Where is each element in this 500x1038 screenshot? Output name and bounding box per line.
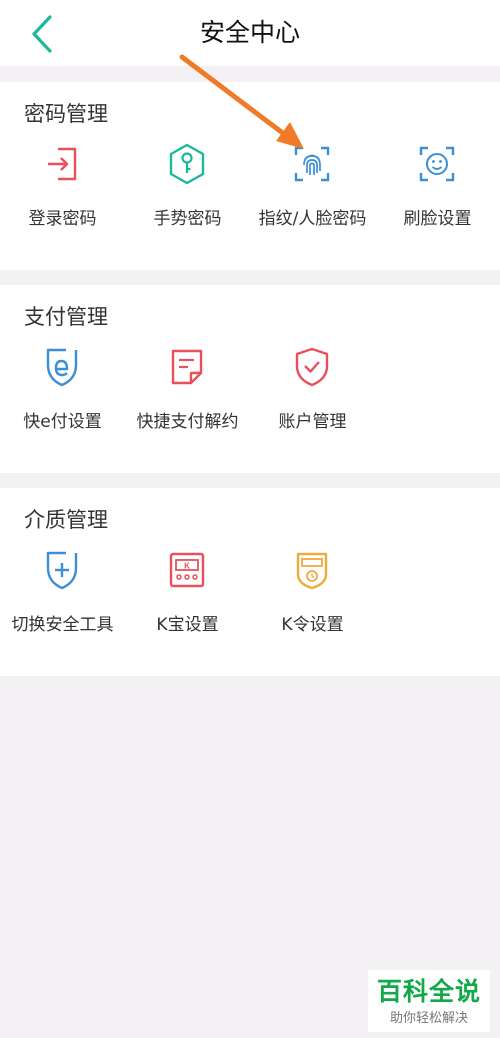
item-face-settings[interactable]: 刷脸设置	[375, 142, 500, 242]
item-k-token-settings[interactable]: K K宝设置	[125, 548, 250, 648]
item-label: 账户管理	[278, 412, 347, 432]
item-fingerprint-password[interactable]: 指纹/人脸密码	[250, 142, 375, 242]
section-title: 介质管理	[24, 508, 108, 532]
header-bar: 安全中心	[0, 0, 500, 66]
login-icon	[48, 147, 77, 181]
item-label: 登录密码	[28, 209, 97, 229]
fingerprint-icon	[294, 146, 330, 182]
item-label: 指纹/人脸密码	[258, 209, 367, 229]
face-scan-icon	[419, 146, 455, 182]
section-media: 介质管理 切换安全工具 K K宝设置 K令设置	[0, 488, 500, 676]
section-title: 密码管理	[24, 102, 108, 126]
k-token-icon: K	[169, 552, 205, 588]
item-label: 手势密码	[153, 209, 222, 229]
item-label: 快捷支付解约	[136, 412, 239, 432]
section-title: 支付管理	[24, 305, 108, 329]
back-button[interactable]	[22, 12, 62, 56]
chevron-left-icon	[32, 15, 52, 53]
watermark: 百科全说 助你轻松解决	[368, 970, 490, 1032]
document-icon	[171, 349, 203, 385]
item-label: 快e付设置	[23, 412, 102, 432]
item-quick-pay-cancel[interactable]: 快捷支付解约	[125, 345, 250, 445]
section-payment: 支付管理 快e付设置 快捷支付解约 账户管理	[0, 285, 500, 473]
e-pay-shield-icon	[46, 348, 78, 387]
k-code-icon	[296, 552, 328, 590]
svg-text:K: K	[184, 562, 190, 571]
item-account-management[interactable]: 账户管理	[250, 345, 375, 445]
page-title: 安全中心	[199, 18, 300, 47]
item-label: 切换安全工具	[11, 615, 114, 635]
watermark-slogan: 助你轻松解决	[389, 1011, 468, 1026]
watermark-brand: 百科全说	[376, 977, 481, 1006]
section-password: 密码管理 登录密码 手势密码 指纹/人脸密码 刷脸设置	[0, 82, 500, 270]
item-gesture-password[interactable]: 手势密码	[125, 142, 250, 242]
item-label: K令设置	[281, 615, 344, 635]
item-e-pay-settings[interactable]: 快e付设置	[0, 345, 125, 445]
item-switch-security-tool[interactable]: 切换安全工具	[0, 548, 125, 648]
item-k-code-settings[interactable]: K令设置	[250, 548, 375, 648]
item-label: K宝设置	[156, 615, 219, 635]
shield-plus-icon	[46, 551, 78, 590]
gesture-key-icon	[169, 143, 205, 185]
shield-check-icon	[295, 347, 329, 387]
item-label: 刷脸设置	[403, 209, 472, 229]
item-login-password[interactable]: 登录密码	[0, 142, 125, 242]
